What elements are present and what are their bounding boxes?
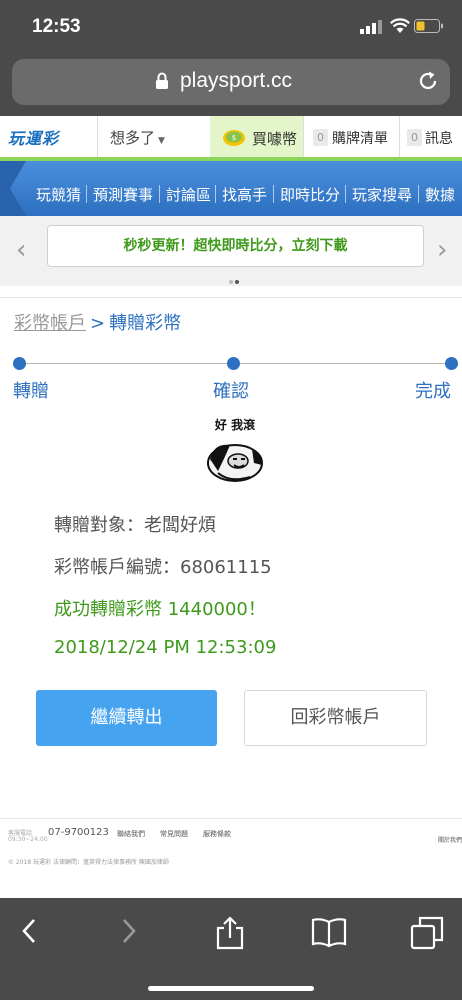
service-hours: 09:30~24:00 (8, 836, 48, 843)
footer-link-about[interactable]: 關於我們 (438, 835, 462, 844)
svg-text:$: $ (232, 134, 236, 142)
divider (273, 185, 274, 203)
divider (303, 116, 304, 158)
banner-carousel: ‹ 秒秒更新！超快即時比分，立刻下載 › (0, 216, 462, 286)
nav-item-forum[interactable]: 討論區 (166, 184, 211, 205)
service-phone[interactable]: 07-9700123 (48, 827, 109, 838)
step-label-1: 轉贈 (13, 381, 49, 402)
message-count-badge: 0 (407, 129, 422, 146)
cart-count-badge: 0 (313, 129, 328, 146)
carousel-dot-active (235, 280, 239, 284)
battery-icon (414, 19, 443, 33)
step-label-3: 完成 (415, 381, 451, 402)
messages-link[interactable]: 訊息 (425, 128, 453, 148)
buy-label: 買噱幣 (252, 130, 298, 148)
back-to-account-button[interactable]: 回彩幣帳戶 (244, 690, 427, 746)
step-dot-1 (13, 357, 26, 370)
forward-icon[interactable] (118, 916, 140, 946)
meme-caption: 好 我滾 (214, 417, 256, 432)
address-bar-area: playsport.cc (0, 52, 462, 116)
chevron-down-icon: ▼ (158, 136, 165, 146)
footer-link-terms[interactable]: 服務條款 (203, 829, 231, 839)
continue-transfer-button[interactable]: 繼續轉出 (36, 690, 217, 746)
footer-link-faq[interactable]: 常見問題 (160, 829, 188, 839)
divider (86, 185, 87, 203)
home-indicator (148, 986, 314, 991)
promo-banner[interactable]: 秒秒更新！超快即時比分，立刻下載 (47, 225, 424, 267)
tabs-icon[interactable] (410, 916, 444, 950)
clock: 12:53 (32, 16, 81, 37)
account-number: 彩幣帳戶編號：68061115 (54, 557, 272, 578)
carousel-next-icon[interactable]: › (437, 235, 447, 265)
bookmarks-icon[interactable] (311, 916, 347, 948)
success-message: 成功轉贈彩幣 1440000！ (54, 599, 266, 620)
divider (418, 185, 419, 203)
carousel-dot (229, 280, 233, 284)
step-dot-3 (445, 357, 458, 370)
coin-icon: $ (223, 130, 245, 146)
nav-item-predict[interactable]: 預測賽事 (93, 184, 153, 205)
breadcrumb: 彩幣帳戶 > 轉贈彩幣 (14, 309, 181, 335)
share-icon[interactable] (214, 916, 246, 950)
divider (345, 185, 346, 203)
back-icon[interactable] (18, 916, 40, 946)
wifi-icon (390, 18, 410, 33)
more-menu-button[interactable]: 想多了 ▼ (110, 127, 165, 148)
nav-item-experts[interactable]: 找高手 (222, 184, 267, 205)
site-logo[interactable]: 玩運彩 (8, 125, 84, 149)
divider (0, 297, 462, 298)
cart-link[interactable]: 購牌清單 (332, 128, 388, 148)
logo-text: 玩運彩 (8, 129, 60, 148)
nav-item-data[interactable]: 數據 (425, 184, 455, 205)
nav-item-livescore[interactable]: 即時比分 (280, 184, 340, 205)
more-label: 想多了 (110, 129, 156, 147)
status-bar: 12:53 (0, 0, 462, 52)
divider (215, 185, 216, 203)
copyright: © 2018 玩運彩 法律顧問：滙英得力法律事務所 陳國加律師 (8, 859, 169, 866)
divider (97, 116, 98, 158)
site-footer: 客服電話 09:30~24:00 07-9700123 聯絡我們 常見問題 服務… (0, 818, 462, 868)
meme-sticker-image: 好 我滾 (207, 417, 263, 482)
step-dot-2 (227, 357, 240, 370)
progress-steps: 轉贈 確認 完成 (0, 355, 462, 405)
nav-scroll-left-icon[interactable] (0, 161, 34, 216)
carousel-dots (229, 269, 241, 288)
nav-item-player-search[interactable]: 玩家搜尋 (352, 184, 412, 205)
footer-link-contact[interactable]: 聯絡我們 (117, 829, 145, 839)
browser-toolbar (0, 898, 462, 1000)
transfer-timestamp: 2018/12/24 PM 12:53:09 (54, 637, 277, 658)
carousel-prev-icon[interactable]: ‹ (16, 235, 26, 265)
nav-item-guess[interactable]: 玩競猜 (36, 184, 81, 205)
address-bar[interactable]: playsport.cc (12, 59, 450, 105)
site-header: 玩運彩 想多了 ▼ $ 買噱幣 0 購牌清單 0 訊息 (0, 116, 462, 158)
url-text: playsport.cc (180, 69, 293, 92)
reload-icon[interactable] (417, 70, 439, 92)
buy-coins-button[interactable]: $ 買噱幣 (210, 116, 303, 158)
transfer-target: 轉贈對象：老闆好煩 (54, 515, 216, 536)
divider (399, 116, 400, 158)
breadcrumb-parent-link[interactable]: 彩幣帳戶 (14, 313, 86, 334)
breadcrumb-current: 轉贈彩幣 (109, 313, 182, 334)
divider (159, 185, 160, 203)
breadcrumb-separator: > (90, 313, 106, 334)
main-nav: 玩競猜 預測賽事 討論區 找高手 即時比分 玩家搜尋 數據 (0, 161, 462, 216)
lock-icon (156, 72, 168, 89)
step-label-2: 確認 (213, 381, 249, 402)
cellular-signal-icon (360, 20, 382, 34)
